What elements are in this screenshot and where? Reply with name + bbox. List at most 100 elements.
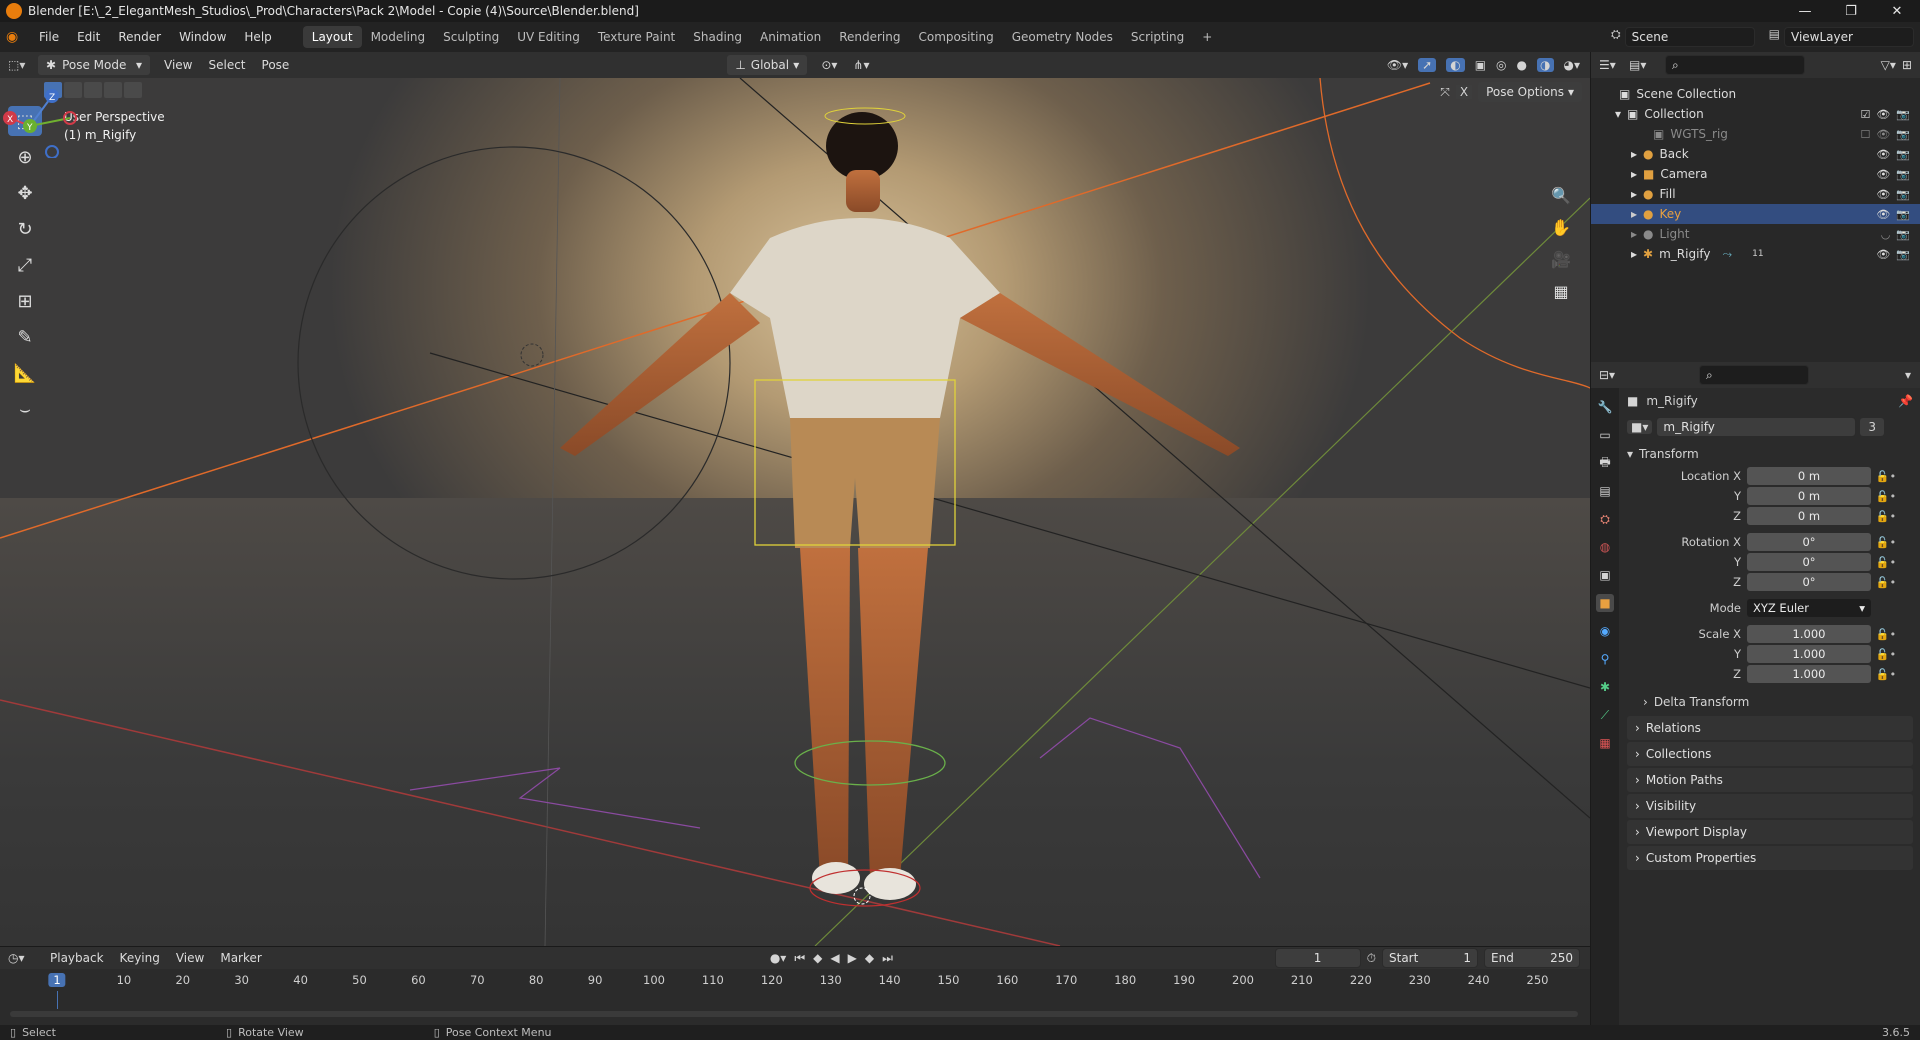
outliner-item-key[interactable]: ▸ ● Key 👁 📷 [1591, 204, 1920, 224]
editor-type-icon[interactable]: ◷▾ [8, 951, 42, 965]
filter-icon[interactable]: ▽▾ [1881, 58, 1896, 72]
eye-icon[interactable]: 👁 [1876, 128, 1890, 141]
menu-edit[interactable]: Edit [68, 30, 109, 44]
preview-range-icon[interactable]: ⏱ [1367, 951, 1376, 966]
camera-render-icon[interactable]: 📷 [1896, 228, 1910, 241]
annotate-tool-icon[interactable]: ✎ [8, 322, 42, 352]
pin-icon[interactable]: 📌 [1898, 394, 1913, 408]
lock-icon[interactable]: 🔓• [1871, 648, 1901, 661]
delta-transform-subpanel[interactable]: › Delta Transform [1621, 690, 1920, 714]
add-workspace-button[interactable]: + [1193, 26, 1221, 48]
outliner-item-m-rigify[interactable]: ▸ ✱ m_Rigify ⤳ 11 👁 📷 [1591, 244, 1920, 264]
eye-icon[interactable]: 👁 [1876, 108, 1890, 121]
3d-viewport[interactable]: ⤧ X Pose Options ▾ User Perspective (1) m… [0, 78, 1590, 946]
constraints-tab-icon[interactable]: ⚲ [1596, 650, 1614, 668]
eye-icon[interactable]: 👁 [1876, 168, 1890, 181]
collections-panel-header[interactable]: › Collections [1627, 742, 1913, 766]
zoom-icon[interactable]: 🔍 [1548, 182, 1574, 208]
eye-icon[interactable]: 👁 [1876, 188, 1890, 201]
chevron-right-icon[interactable]: ▸ [1631, 147, 1637, 161]
camera-render-icon[interactable]: 📷 [1896, 248, 1910, 261]
scale-y-field[interactable]: 1.000 [1747, 645, 1871, 663]
view-layer-selector[interactable]: ViewLayer [1784, 27, 1914, 47]
world-tab-icon[interactable]: ◍ [1596, 538, 1614, 556]
scale-tool-icon[interactable]: ⤢ [8, 250, 42, 280]
play-icon[interactable]: ▶ [848, 951, 857, 965]
workspace-tab-animation[interactable]: Animation [751, 26, 830, 48]
chevron-right-icon[interactable]: ▸ [1631, 227, 1637, 241]
jump-start-icon[interactable]: ⏮ [794, 951, 805, 966]
select-mode-invert-icon[interactable] [104, 82, 122, 98]
scene-icon[interactable]: ⛭ [1611, 27, 1621, 47]
x-mirror-icon[interactable]: X [1455, 85, 1473, 99]
scene-tab-icon[interactable]: ⛭ [1596, 510, 1614, 528]
playhead-frame[interactable]: 1 [48, 973, 66, 987]
object-browse-icon[interactable]: ■▾ [1627, 420, 1653, 434]
timeline-menu-view[interactable]: View [168, 951, 212, 965]
menu-help[interactable]: Help [235, 30, 280, 44]
select-mode-subtract-icon[interactable] [84, 82, 102, 98]
lock-icon[interactable]: 🔓• [1871, 510, 1901, 523]
bone-tab-icon[interactable]: ⟋ [1596, 706, 1614, 724]
pivot-point-icon[interactable]: ⊙▾ [821, 58, 837, 72]
workspace-tab-texture-paint[interactable]: Texture Paint [589, 26, 684, 48]
outliner-item-wgts-rig[interactable]: ▣ WGTS_rig ☐ 👁 📷 [1591, 124, 1920, 144]
workspace-tab-sculpting[interactable]: Sculpting [434, 26, 508, 48]
rotation-z-field[interactable]: 0° [1747, 573, 1871, 591]
menu-window[interactable]: Window [170, 30, 235, 44]
render-tab-icon[interactable]: ▭ [1596, 426, 1614, 444]
view-layer-tab-icon[interactable]: ▤ [1596, 482, 1614, 500]
transform-tool-icon[interactable]: ⊞ [8, 286, 42, 316]
checkbox-icon[interactable]: ☐ [1860, 128, 1870, 141]
chevron-right-icon[interactable]: ▸ [1631, 247, 1637, 261]
blender-menu-icon[interactable]: ◉ [6, 29, 24, 45]
measure-tool-icon[interactable]: 📐 [8, 358, 42, 388]
gizmo-toggle-icon[interactable]: ➚ [1418, 58, 1437, 72]
lock-icon[interactable]: 🔓• [1871, 470, 1901, 483]
lock-icon[interactable]: 🔓• [1871, 668, 1901, 681]
next-keyframe-icon[interactable]: ◆ [865, 951, 874, 965]
outliner-item-collection[interactable]: ▾ ▣ Collection ☑ 👁 📷 [1591, 104, 1920, 124]
navigation-gizmo[interactable]: Z Y X [0, 78, 80, 158]
camera-render-icon[interactable]: 📷 [1896, 208, 1910, 221]
workspace-tab-compositing[interactable]: Compositing [909, 26, 1002, 48]
timeline-menu-keying[interactable]: Keying [112, 951, 168, 965]
end-frame-field[interactable]: End 250 [1484, 948, 1580, 968]
camera-render-icon[interactable]: 📷 [1896, 168, 1910, 181]
users-count[interactable]: 3 [1860, 418, 1885, 436]
rotate-tool-icon[interactable]: ↻ [8, 214, 42, 244]
chevron-down-icon[interactable]: ▾ [1905, 368, 1911, 382]
display-mode-icon[interactable]: ▤▾ [1629, 58, 1659, 72]
scale-z-field[interactable]: 1.000 [1747, 665, 1871, 683]
viewport-menu-pose[interactable]: Pose [254, 58, 298, 72]
viewport-menu-view[interactable]: View [156, 58, 200, 72]
chevron-right-icon[interactable]: ▸ [1631, 207, 1637, 221]
camera-render-icon[interactable]: 📷 [1896, 108, 1910, 121]
minimize-button[interactable]: — [1782, 4, 1828, 19]
lock-icon[interactable]: 🔓• [1871, 556, 1901, 569]
editor-type-icon[interactable]: ☰▾ [1599, 58, 1629, 72]
menu-render[interactable]: Render [109, 30, 170, 44]
outliner-item-fill[interactable]: ▸ ● Fill 👁 📷 [1591, 184, 1920, 204]
xray-toggle-icon[interactable]: ▣ [1475, 58, 1486, 72]
lock-icon[interactable]: 🔓• [1871, 490, 1901, 503]
tool-tab-icon[interactable]: 🔧 [1596, 398, 1614, 416]
motion-paths-panel-header[interactable]: › Motion Paths [1627, 768, 1913, 792]
play-reverse-icon[interactable]: ◀ [830, 951, 839, 965]
object-tab-icon[interactable]: ■ [1596, 594, 1614, 612]
outliner-item-scene-collection[interactable]: ▣ Scene Collection [1591, 84, 1920, 104]
current-frame-field[interactable]: 1 [1274, 948, 1361, 968]
rotation-x-field[interactable]: 0° [1747, 533, 1871, 551]
lock-icon[interactable]: 🔓• [1871, 628, 1901, 641]
eye-icon[interactable]: 👁 [1876, 208, 1890, 221]
snap-icon[interactable]: ⋔▾ [853, 58, 869, 72]
new-collection-icon[interactable]: ⊞ [1902, 58, 1912, 72]
select-mode-intersect-icon[interactable] [124, 82, 142, 98]
camera-render-icon[interactable]: 📷 [1896, 148, 1910, 161]
outliner-item-camera[interactable]: ▸ ■ Camera 👁 📷 [1591, 164, 1920, 184]
eye-hidden-icon[interactable]: ◡ [1881, 228, 1891, 241]
relations-panel-header[interactable]: › Relations [1627, 716, 1913, 740]
workspace-tab-shading[interactable]: Shading [684, 26, 751, 48]
shading-material-icon[interactable]: ◑ [1537, 58, 1554, 72]
shading-solid-icon[interactable]: ● [1517, 58, 1527, 72]
